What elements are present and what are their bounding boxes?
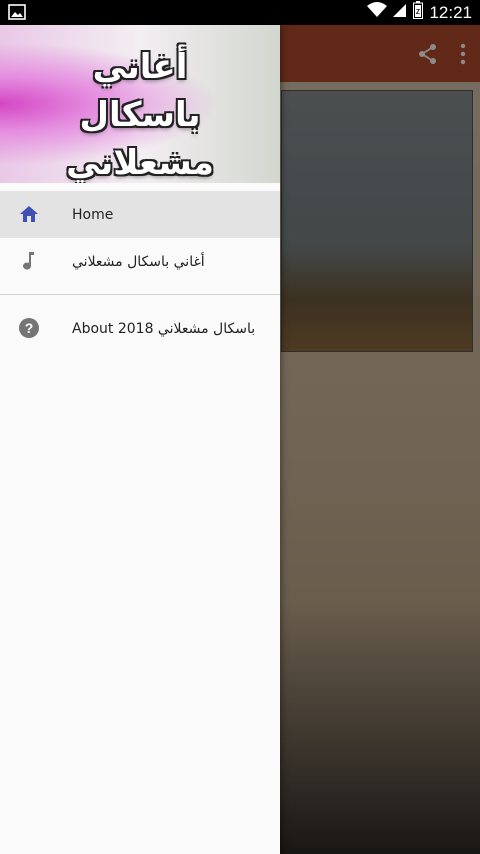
drawer-menu: Home أغاني باسكال مشعلاني ? About باسكال… [0, 191, 280, 352]
drawer-item-about[interactable]: ? About باسكال مشعلاني 2018 [0, 305, 280, 352]
status-time: 12:21 [429, 2, 472, 22]
image-icon [8, 4, 26, 20]
music-note-icon [18, 250, 40, 272]
drawer-item-label: About باسكال مشعلاني 2018 [72, 320, 256, 337]
drawer-divider [0, 294, 280, 295]
navigation-drawer: أغاني باسكال مشعلاني 2018 Home أغاني باس… [0, 25, 280, 854]
drawer-item-home[interactable]: Home [0, 191, 280, 238]
drawer-item-label: Home [72, 206, 114, 223]
header-title-line-1: أغاني [92, 47, 188, 87]
signal-icon [393, 2, 407, 23]
drawer-item-songs[interactable]: أغاني باسكال مشعلاني [0, 238, 280, 285]
status-bar: z 12:21 [0, 0, 480, 25]
help-icon: ? [18, 317, 40, 339]
header-title-line-2: باسكال مشعلاني [66, 95, 214, 183]
battery-icon: z [413, 1, 424, 24]
wifi-icon [367, 2, 388, 23]
home-icon [18, 203, 40, 225]
drawer-item-label: أغاني باسكال مشعلاني [72, 253, 205, 270]
svg-text:z: z [416, 6, 421, 16]
drawer-header-title: أغاني باسكال مشعلاني 2018 [0, 43, 280, 183]
drawer-header: أغاني باسكال مشعلاني 2018 [0, 25, 280, 183]
svg-text:?: ? [25, 320, 34, 336]
